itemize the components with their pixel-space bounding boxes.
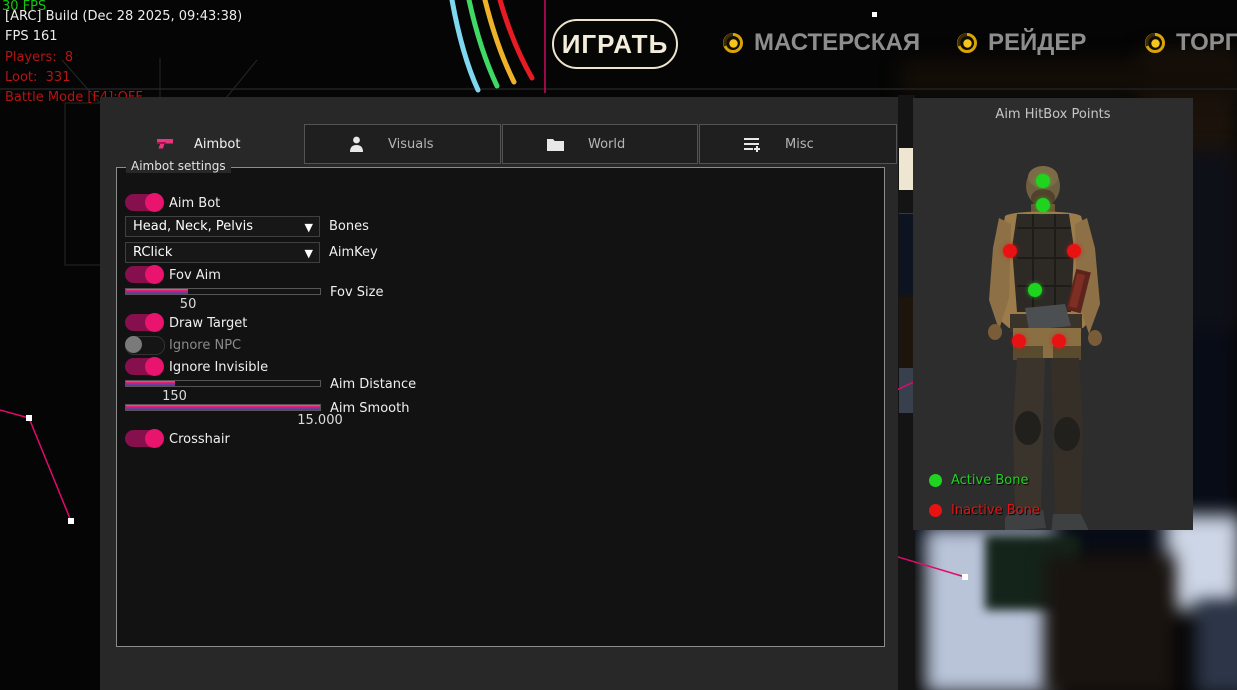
ignore-invisible-toggle[interactable]: [125, 358, 163, 375]
aim-bot-label: Aim Bot: [169, 196, 220, 211]
bone-point-active: [1036, 198, 1050, 212]
hud-build: [ARC] Build (Dec 28 2025, 09:43:38): [5, 9, 242, 24]
bones-label: Bones: [329, 219, 369, 234]
coin-icon: [1144, 32, 1166, 54]
tab-label: Aimbot: [194, 137, 240, 152]
crosshair-label: Crosshair: [169, 432, 230, 447]
fov-size-slider[interactable]: 50 Fov Size: [125, 288, 321, 295]
draw-target-toggle[interactable]: [125, 314, 163, 331]
ignore-npc-label: Ignore NPC: [169, 338, 241, 353]
toggle-knob: [145, 357, 164, 376]
fov-size-value: 50: [180, 297, 197, 312]
bones-dropdown-value: Head, Neck, Pelvis: [133, 219, 253, 234]
screen-dot: [872, 12, 877, 17]
slider-fill: [126, 405, 320, 410]
bone-point-active: [1028, 283, 1042, 297]
legend-active-label: Active Bone: [951, 473, 1028, 488]
bone-point-inactive: [1052, 334, 1066, 348]
aimkey-label: AimKey: [329, 245, 378, 260]
bones-dropdown[interactable]: Head, Neck, Pelvis ▼: [125, 216, 320, 237]
aimbot-settings-group: Aimbot settings Aim Bot Head, Neck, Pelv…: [116, 167, 885, 647]
bone-point-active: [1036, 174, 1050, 188]
aim-smooth-label: Aim Smooth: [330, 401, 409, 416]
fov-aim-label: Fov Aim: [169, 268, 221, 283]
slider-fill: [126, 381, 175, 386]
slider-fill: [126, 289, 188, 294]
tab-label: Visuals: [388, 137, 434, 152]
toggle-knob: [145, 193, 164, 212]
chevron-down-icon: ▼: [305, 244, 313, 263]
toggle-knob: [145, 265, 164, 284]
draw-target-label: Draw Target: [169, 316, 247, 331]
aim-bot-toggle[interactable]: [125, 194, 163, 211]
aimkey-dropdown[interactable]: RClick ▼: [125, 242, 320, 263]
bone-point-inactive: [1012, 334, 1026, 348]
tab-aimbot[interactable]: Aimbot: [108, 124, 304, 164]
menu-item-workshop[interactable]: МАСТЕРСКАЯ: [722, 28, 920, 58]
filter-lines-icon: [744, 137, 761, 152]
legend-inactive-bone: Inactive Bone: [929, 503, 1040, 518]
coin-icon: [956, 32, 978, 54]
group-title: Aimbot settings: [126, 159, 231, 173]
fov-size-label: Fov Size: [330, 285, 383, 300]
aim-smooth-slider[interactable]: 15.000 Aim Smooth: [125, 404, 321, 411]
hud-players: Players: 8: [5, 50, 73, 65]
tab-visuals[interactable]: Visuals: [304, 124, 501, 164]
legend-inactive-label: Inactive Bone: [951, 503, 1040, 518]
bone-point-inactive: [1067, 244, 1081, 258]
ignore-npc-toggle[interactable]: [125, 336, 165, 355]
inactive-bone-dot-icon: [929, 504, 942, 517]
crosshair-toggle[interactable]: [125, 430, 163, 447]
menu-item-label: ТОРГО: [1176, 29, 1237, 57]
bone-point-inactive: [1003, 244, 1017, 258]
aim-distance-label: Aim Distance: [330, 377, 416, 392]
rainbow-sign: [452, 0, 532, 90]
aimkey-dropdown-value: RClick: [133, 245, 172, 260]
hitbox-preview-panel: Aim HitBox Points: [913, 98, 1193, 530]
menu-item-raider[interactable]: РЕЙДЕР: [956, 28, 1086, 58]
tab-label: World: [588, 137, 625, 152]
gun-icon: [156, 137, 174, 151]
tab-label: Misc: [785, 137, 814, 152]
toggle-knob: [125, 336, 142, 353]
game-screen: 30 FPS [ARC] Build (Dec 28 2025, 09:43:3…: [0, 0, 1237, 690]
aim-distance-slider[interactable]: 150 Aim Distance: [125, 380, 321, 387]
play-button[interactable]: ИГРАТЬ: [552, 19, 678, 69]
legend-active-bone: Active Bone: [929, 473, 1028, 488]
tab-world[interactable]: World: [502, 124, 698, 164]
person-icon: [349, 136, 364, 152]
ignore-invisible-label: Ignore Invisible: [169, 360, 268, 375]
toggle-knob: [145, 429, 164, 448]
menu-item-label: РЕЙДЕР: [988, 29, 1086, 57]
active-bone-dot-icon: [929, 474, 942, 487]
chevron-down-icon: ▼: [305, 218, 313, 237]
bone-dots: [913, 98, 1193, 530]
aim-distance-value: 150: [162, 389, 187, 404]
play-button-label: ИГРАТЬ: [562, 29, 669, 60]
fov-aim-toggle[interactable]: [125, 266, 163, 283]
toggle-knob: [145, 313, 164, 332]
hud-fps: FPS 161: [5, 29, 58, 44]
menu-item-trade[interactable]: ТОРГО: [1144, 28, 1237, 58]
tab-misc[interactable]: Misc: [699, 124, 897, 164]
cheat-menu-panel: Aimbot Visuals World Misc: [100, 97, 898, 690]
menu-item-label: МАСТЕРСКАЯ: [754, 29, 920, 57]
folder-icon: [547, 137, 564, 151]
coin-icon: [722, 32, 744, 54]
hud-loot: Loot: 331: [5, 70, 70, 85]
